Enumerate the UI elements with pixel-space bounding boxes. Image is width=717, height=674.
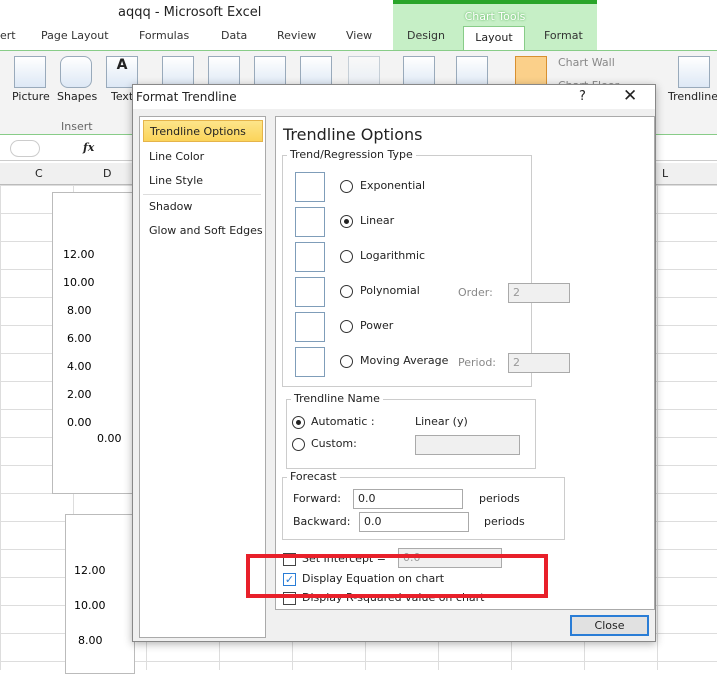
x-tick: 0.00 <box>97 432 122 445</box>
tab-review[interactable]: Review <box>277 29 316 42</box>
nav-shadow[interactable]: Shadow <box>143 196 263 218</box>
title-bar: aqqq - Microsoft Excel <box>0 0 717 26</box>
y-tick: 8.00 <box>67 304 92 317</box>
radio-automatic[interactable] <box>292 416 305 429</box>
linear-icon <box>295 207 325 237</box>
label-linear[interactable]: Linear <box>360 214 394 227</box>
y-tick: 8.00 <box>78 634 103 647</box>
y-tick: 4.00 <box>67 360 92 373</box>
radio-moving-average[interactable] <box>340 355 353 368</box>
dialog-title: Format Trendline <box>136 90 237 104</box>
label-polynomial[interactable]: Polynomial <box>360 284 420 297</box>
tab-design[interactable]: Design <box>407 29 445 42</box>
shapes-button[interactable]: Shapes <box>57 90 97 103</box>
forward-unit: periods <box>479 492 520 505</box>
help-button[interactable]: ? <box>579 89 586 104</box>
custom-name-input[interactable] <box>415 435 520 455</box>
nav-trendline-options[interactable]: Trendline Options <box>143 120 263 142</box>
order-label: Order: <box>458 286 493 299</box>
trendline-icon[interactable] <box>678 56 710 88</box>
trendline-button[interactable]: Trendline <box>668 90 717 103</box>
moving-average-icon <box>295 347 325 377</box>
logarithmic-icon <box>295 242 325 272</box>
backward-label: Backward: <box>293 515 351 528</box>
order-stepper[interactable]: 2 <box>508 283 570 303</box>
group-label: Forecast <box>287 470 340 483</box>
exponential-icon <box>295 172 325 202</box>
tab-formulas[interactable]: Formulas <box>139 29 189 42</box>
trendline-name-group: Trendline Name Automatic : Linear (y) Cu… <box>286 392 536 469</box>
nav-glow-soft-edges[interactable]: Glow and Soft Edges <box>143 220 263 242</box>
y-tick: 12.00 <box>63 248 95 261</box>
chart-2[interactable]: 12.00 10.00 8.00 <box>65 514 135 674</box>
radio-power[interactable] <box>340 320 353 333</box>
name-box-handle[interactable] <box>10 140 40 157</box>
label-automatic[interactable]: Automatic : <box>311 415 375 428</box>
column-header-c[interactable]: C <box>35 167 43 180</box>
polynomial-icon <box>295 277 325 307</box>
label-logarithmic[interactable]: Logarithmic <box>360 249 425 262</box>
picture-icon[interactable] <box>14 56 46 88</box>
column-header-l[interactable]: L <box>662 167 668 180</box>
radio-exponential[interactable] <box>340 180 353 193</box>
tab-data[interactable]: Data <box>221 29 247 42</box>
window-title: aqqq - Microsoft Excel <box>118 5 262 20</box>
y-tick: 2.00 <box>67 388 92 401</box>
column-header-d[interactable]: D <box>103 167 111 180</box>
insert-group-label: Insert <box>61 120 93 133</box>
highlight-box <box>246 554 548 598</box>
tab-page-layout[interactable]: Page Layout <box>41 29 109 42</box>
period-label: Period: <box>458 356 497 369</box>
nav-line-color[interactable]: Line Color <box>143 146 263 168</box>
nav-divider <box>143 194 261 195</box>
picture-button[interactable]: Picture <box>12 90 50 103</box>
backward-unit: periods <box>484 515 525 528</box>
forecast-group: Forecast Forward: 0.0 periods Backward: … <box>282 470 565 540</box>
shapes-icon[interactable] <box>60 56 92 88</box>
y-tick: 10.00 <box>63 276 95 289</box>
label-power[interactable]: Power <box>360 319 393 332</box>
radio-logarithmic[interactable] <box>340 250 353 263</box>
backward-input[interactable]: 0.0 <box>359 512 469 532</box>
tab-view[interactable]: View <box>346 29 372 42</box>
chart-wall-button[interactable]: Chart Wall <box>558 56 615 69</box>
chart-tools-label: Chart Tools <box>464 10 526 23</box>
panel-heading: Trendline Options <box>283 125 423 144</box>
textbox-button[interactable]: Text Box <box>111 90 133 103</box>
dialog-title-bar[interactable]: Format Trendline ? ✕ <box>133 85 655 109</box>
automatic-name-value: Linear (y) <box>415 415 468 428</box>
chart-1[interactable]: 12.00 10.00 8.00 6.00 4.00 2.00 0.00 0.0… <box>52 192 134 494</box>
radio-custom[interactable] <box>292 438 305 451</box>
power-icon <box>295 312 325 342</box>
tab-format[interactable]: Format <box>544 29 583 42</box>
nav-line-style[interactable]: Line Style <box>143 170 263 192</box>
period-stepper[interactable]: 2 <box>508 353 570 373</box>
forward-label: Forward: <box>293 492 341 505</box>
group-label: Trendline Name <box>291 392 383 405</box>
radio-linear[interactable] <box>340 215 353 228</box>
y-tick: 0.00 <box>67 416 92 429</box>
y-tick: 12.00 <box>74 564 106 577</box>
forward-input[interactable]: 0.0 <box>353 489 463 509</box>
y-tick: 10.00 <box>74 599 106 612</box>
label-moving-average[interactable]: Moving Average <box>360 354 448 367</box>
close-icon[interactable]: ✕ <box>623 86 637 106</box>
options-panel: Trendline Options Trend/Regression Type … <box>275 116 655 610</box>
label-custom[interactable]: Custom: <box>311 437 357 450</box>
y-tick: 6.00 <box>67 332 92 345</box>
fx-icon[interactable]: fx <box>83 141 94 154</box>
tab-insert[interactable]: ert <box>0 29 16 42</box>
trend-type-group: Trend/Regression Type Exponential Linear… <box>282 148 570 387</box>
radio-polynomial[interactable] <box>340 285 353 298</box>
close-button[interactable]: Close <box>570 615 649 636</box>
label-exponential[interactable]: Exponential <box>360 179 425 192</box>
tab-layout[interactable]: Layout <box>463 26 525 50</box>
group-label: Trend/Regression Type <box>287 148 416 161</box>
